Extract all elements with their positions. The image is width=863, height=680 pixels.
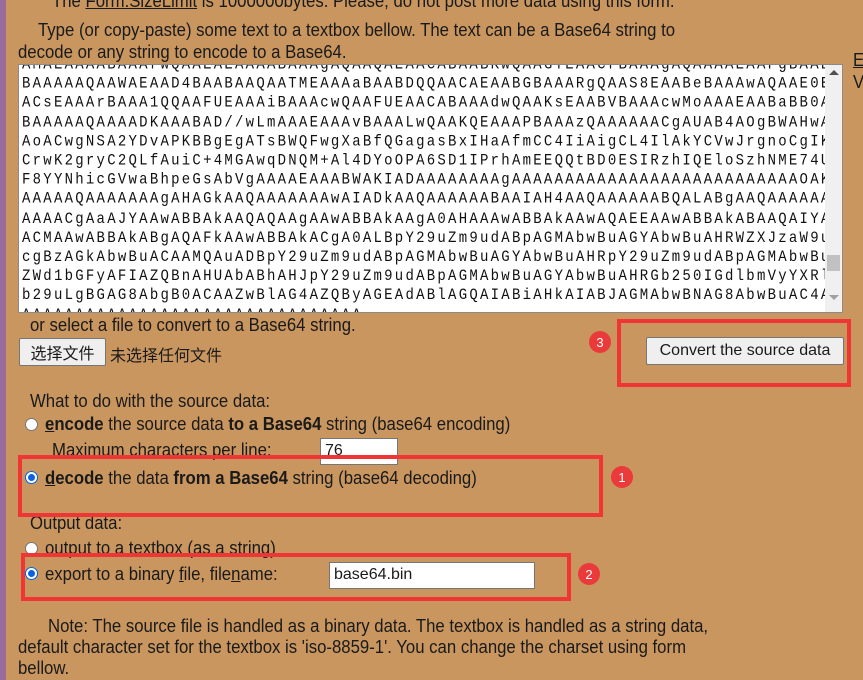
textarea-line: ACsEAAArBAAA1QQAAFUEAAAiBAAAcwQAAFUEAACA…: [22, 94, 843, 113]
encode-radio[interactable]: [25, 418, 38, 431]
right-edge-link[interactable]: E: [853, 50, 863, 71]
textarea-line: cgBzAGkAbwBuACAAMQAuADBpY29uZm9udABpAGMA…: [22, 248, 843, 267]
textarea-line: CrwK2gryC2QLfAuiC+4MGAwqDNQM+Al4DYoOPA6S…: [22, 152, 843, 171]
textarea-line: ZWd1bGFyAFIAZQBnAHUAbABhAHJpY29uZm9udABp…: [22, 267, 843, 286]
scroll-down-arrow-icon[interactable]: [829, 295, 839, 300]
textarea-line: F8YYNhicGVwaBhpeGsAbVgAAAAEAAABWAKIADAAA…: [22, 171, 843, 190]
scrollbar-thumb[interactable]: [827, 255, 840, 271]
badge-3: 3: [589, 331, 611, 353]
textarea-line: AAAAAQAAAAAAAgAHAGkAAQAAAAAAAwAIADkAAQAA…: [22, 190, 843, 209]
textarea-line: BAAAAAQAAAADKAAABAD//wLmAAAEAAAvBAAALwQA…: [22, 113, 843, 132]
textarea-line: AMAEAAAABAAArwQAAEAEAAAABAAAgAQAAQAEAACA…: [22, 64, 843, 74]
textarea-line: AAAACgAaAJYAAwABBAkAAQAQAAgAAwABBAkAAgA0…: [22, 210, 843, 229]
badge-1: 1: [611, 466, 633, 488]
highlight-box-export: [21, 553, 571, 601]
notice-prefix: The: [52, 0, 86, 11]
source-data-textarea[interactable]: AMAEAAAABAAArwQAAEAEAAAABAAAgAQAAQAEAACA…: [18, 64, 843, 313]
note-line2: default character set for the textbox is…: [18, 637, 687, 657]
instructions-line2: decode or any string to encode to a Base…: [18, 42, 347, 62]
textarea-line: AoACwgNSA2YDvAPKBBgEgATsBWQFwgXaBfQGagas…: [22, 133, 843, 151]
size-limit-notice: The Form.SizeLimit is 1000000bytes. Plea…: [52, 0, 675, 12]
encode-label[interactable]: encode the source data to a Base64 strin…: [45, 414, 510, 435]
highlight-box-decode: [18, 455, 603, 517]
action-heading: What to do with the source data:: [30, 391, 271, 411]
notice-suffix: is 1000000bytes. Please, do not post mor…: [197, 0, 675, 11]
form-sizelimit-link[interactable]: Form.SizeLimit: [86, 0, 198, 11]
note-line1: Note: The source file is handled as a bi…: [48, 616, 709, 636]
textarea-content: AMAEAAAABAAArwQAAEAEAAAABAAAgAQAAQAEAACA…: [22, 64, 843, 312]
scroll-up-arrow-icon[interactable]: [829, 70, 839, 75]
textarea-line: AAAAAAAAAAAAAAAAAAAAAAAAAAAAAAAA: [22, 306, 842, 312]
textarea-line: ACMAAwABBAkABgAQAFkAAwABBAkACgA0ALBpY29u…: [22, 229, 843, 248]
file-select-label: or select a file to convert to a Base64 …: [30, 315, 356, 335]
textarea-line: BAAAAAQAAWAEAAD4BAABAAQAATMEAAAaBAABDQQA…: [22, 75, 843, 94]
textarea-line: b29uLgBGAG8AbgB0ACAAZwBlAG4AZQByAGEAdABl…: [22, 287, 843, 306]
highlight-box-convert: [617, 319, 851, 387]
textarea-scrollbar[interactable]: [825, 65, 842, 312]
badge-2: 2: [578, 563, 600, 585]
right-edge-text: V: [853, 72, 863, 93]
file-status: 未选择任何文件: [110, 348, 223, 365]
note-line3: bellow.: [18, 658, 70, 678]
instructions-line1: Type (or copy-paste) some text to a text…: [38, 20, 676, 40]
left-border-bar: [0, 0, 6, 680]
choose-file-button[interactable]: 选择文件: [19, 338, 106, 366]
